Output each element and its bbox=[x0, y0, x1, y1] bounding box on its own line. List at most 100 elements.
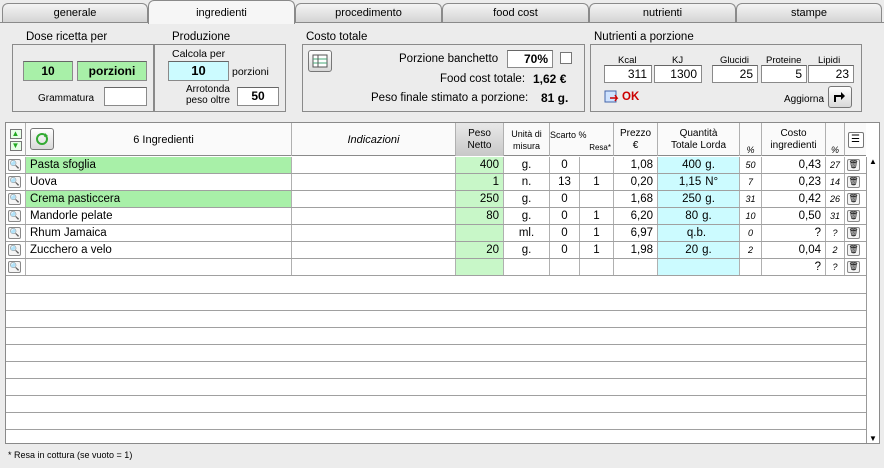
ingredient-name-cell[interactable]: Uova bbox=[26, 174, 292, 190]
indicazioni-cell[interactable] bbox=[292, 259, 456, 275]
row-delete-button[interactable]: 🗑 bbox=[845, 208, 866, 224]
indicazioni-cell[interactable] bbox=[292, 174, 456, 190]
row-search-button[interactable]: 🔍 bbox=[6, 157, 26, 173]
empty-row-line bbox=[6, 361, 866, 362]
resa-cell[interactable]: 1 bbox=[580, 225, 614, 241]
row-search-button[interactable]: 🔍 bbox=[6, 208, 26, 224]
peso-netto-cell[interactable]: 1 bbox=[456, 174, 504, 190]
peso-netto-cell[interactable]: 80 bbox=[456, 208, 504, 224]
quantita-cell[interactable]: q.b. bbox=[658, 225, 740, 241]
row-search-button[interactable]: 🔍 bbox=[6, 225, 26, 241]
scarto-cell[interactable]: 0 bbox=[550, 191, 580, 207]
scarto-cell[interactable]: 0 bbox=[550, 225, 580, 241]
move-up-icon[interactable]: ▲ bbox=[9, 128, 22, 139]
peso-netto-cell[interactable]: 400 bbox=[456, 157, 504, 173]
tab-nutrienti[interactable]: nutrienti bbox=[589, 3, 736, 22]
indicazioni-cell[interactable] bbox=[292, 191, 456, 207]
resa-cell[interactable] bbox=[580, 157, 614, 173]
peso-oltre-label: peso oltre bbox=[186, 95, 230, 106]
resa-cell[interactable]: 1 bbox=[580, 208, 614, 224]
tab-stampe[interactable]: stampe bbox=[736, 3, 882, 22]
row-delete-button[interactable]: 🗑 bbox=[845, 174, 866, 190]
tab-generale[interactable]: generale bbox=[2, 3, 148, 22]
um-cell[interactable]: n. bbox=[504, 174, 550, 190]
row-delete-button[interactable]: 🗑 bbox=[845, 191, 866, 207]
scarto-cell[interactable]: 0 bbox=[550, 242, 580, 258]
indicazioni-cell[interactable] bbox=[292, 157, 456, 173]
quantita-cell[interactable]: 20 g. bbox=[658, 242, 740, 258]
p2-cell: 31 bbox=[826, 208, 845, 224]
scarto-cell[interactable]: 0 bbox=[550, 208, 580, 224]
resa-cell[interactable] bbox=[580, 259, 614, 275]
ingredient-name-cell[interactable]: Rhum Jamaica bbox=[26, 225, 292, 241]
um-cell[interactable]: g. bbox=[504, 208, 550, 224]
prezzo-cell[interactable] bbox=[614, 259, 658, 275]
um-cell[interactable]: g. bbox=[504, 191, 550, 207]
resa-cell[interactable] bbox=[580, 191, 614, 207]
row-delete-button[interactable]: 🗑 bbox=[845, 242, 866, 258]
calcola-field[interactable]: 10 bbox=[168, 61, 229, 81]
prezzo-cell[interactable]: 1,98 bbox=[614, 242, 658, 258]
dose-qty-field[interactable]: 10 bbox=[23, 61, 73, 81]
ingredient-name-cell[interactable]: Mandorle pelate bbox=[26, 208, 292, 224]
tab-ingredienti[interactable]: ingredienti bbox=[148, 0, 295, 24]
peso-netto-header[interactable]: Peso Netto bbox=[456, 123, 504, 156]
list-options-icon[interactable]: ☰ bbox=[847, 131, 864, 148]
resa-cell[interactable]: 1 bbox=[580, 242, 614, 258]
produzione-title: Produzione bbox=[172, 31, 231, 43]
peso-netto-cell[interactable]: 250 bbox=[456, 191, 504, 207]
quantita-cell[interactable]: 80 g. bbox=[658, 208, 740, 224]
trash-icon: 🗑 bbox=[847, 261, 860, 273]
resa-cell[interactable]: 1 bbox=[580, 174, 614, 190]
ingredient-name-cell[interactable]: Crema pasticcera bbox=[26, 191, 292, 207]
ingredient-name-cell[interactable]: Pasta sfoglia bbox=[26, 157, 292, 173]
arrotonda-field[interactable]: 50 bbox=[237, 87, 279, 106]
row-search-button[interactable]: 🔍 bbox=[6, 259, 26, 275]
prezzo-cell[interactable]: 0,20 bbox=[614, 174, 658, 190]
peso-netto-cell[interactable] bbox=[456, 225, 504, 241]
row-delete-button[interactable]: 🗑 bbox=[845, 259, 866, 275]
ingredient-name-cell[interactable]: Zucchero a velo bbox=[26, 242, 292, 258]
costo-calc-button[interactable] bbox=[308, 50, 332, 72]
ingredient-name-cell[interactable] bbox=[26, 259, 292, 275]
um-cell[interactable]: g. bbox=[504, 242, 550, 258]
indicazioni-cell[interactable] bbox=[292, 225, 456, 241]
prezzo-cell[interactable]: 6,97 bbox=[614, 225, 658, 241]
quantita-cell[interactable]: 250 g. bbox=[658, 191, 740, 207]
prezzo-cell[interactable]: 1,68 bbox=[614, 191, 658, 207]
prezzo-cell[interactable]: 1,08 bbox=[614, 157, 658, 173]
vertical-scrollbar[interactable]: ▲ ▼ bbox=[866, 157, 879, 443]
indicazioni-cell[interactable] bbox=[292, 242, 456, 258]
peso-netto-cell[interactable]: 20 bbox=[456, 242, 504, 258]
refresh-ingredients-button[interactable] bbox=[30, 128, 54, 150]
prezzo-cell[interactable]: 6,20 bbox=[614, 208, 658, 224]
banchetto-checkbox[interactable] bbox=[560, 52, 572, 64]
scarto-cell[interactable]: 13 bbox=[550, 174, 580, 190]
scarto-cell[interactable] bbox=[550, 259, 580, 275]
row-delete-button[interactable]: 🗑 bbox=[845, 157, 866, 173]
banchetto-field[interactable]: 70% bbox=[507, 50, 553, 68]
quantita-cell[interactable] bbox=[658, 259, 740, 275]
tab-procedimento[interactable]: procedimento bbox=[295, 3, 442, 22]
row-search-button[interactable]: 🔍 bbox=[6, 191, 26, 207]
um-cell[interactable]: ml. bbox=[504, 225, 550, 241]
aggiorna-button[interactable] bbox=[828, 86, 852, 108]
dose-unit-field[interactable]: porzioni bbox=[77, 61, 147, 81]
resa-header: Resa* bbox=[589, 143, 611, 152]
um-cell[interactable] bbox=[504, 259, 550, 275]
indicazioni-cell[interactable] bbox=[292, 208, 456, 224]
row-delete-button[interactable]: 🗑 bbox=[845, 225, 866, 241]
grammatura-field[interactable] bbox=[104, 87, 147, 106]
peso-netto-cell[interactable] bbox=[456, 259, 504, 275]
row-search-button[interactable]: 🔍 bbox=[6, 242, 26, 258]
um-cell[interactable]: g. bbox=[504, 157, 550, 173]
p1-cell: 2 bbox=[740, 242, 762, 258]
quantita-cell[interactable]: 1,15 N° bbox=[658, 174, 740, 190]
quantita-cell[interactable]: 400 g. bbox=[658, 157, 740, 173]
row-search-button[interactable]: 🔍 bbox=[6, 174, 26, 190]
move-down-icon[interactable]: ▼ bbox=[9, 140, 22, 151]
scarto-cell[interactable]: 0 bbox=[550, 157, 580, 173]
scroll-up-icon[interactable]: ▲ bbox=[869, 157, 877, 166]
tab-food-cost[interactable]: food cost bbox=[442, 3, 589, 22]
scroll-down-icon[interactable]: ▼ bbox=[869, 434, 877, 443]
